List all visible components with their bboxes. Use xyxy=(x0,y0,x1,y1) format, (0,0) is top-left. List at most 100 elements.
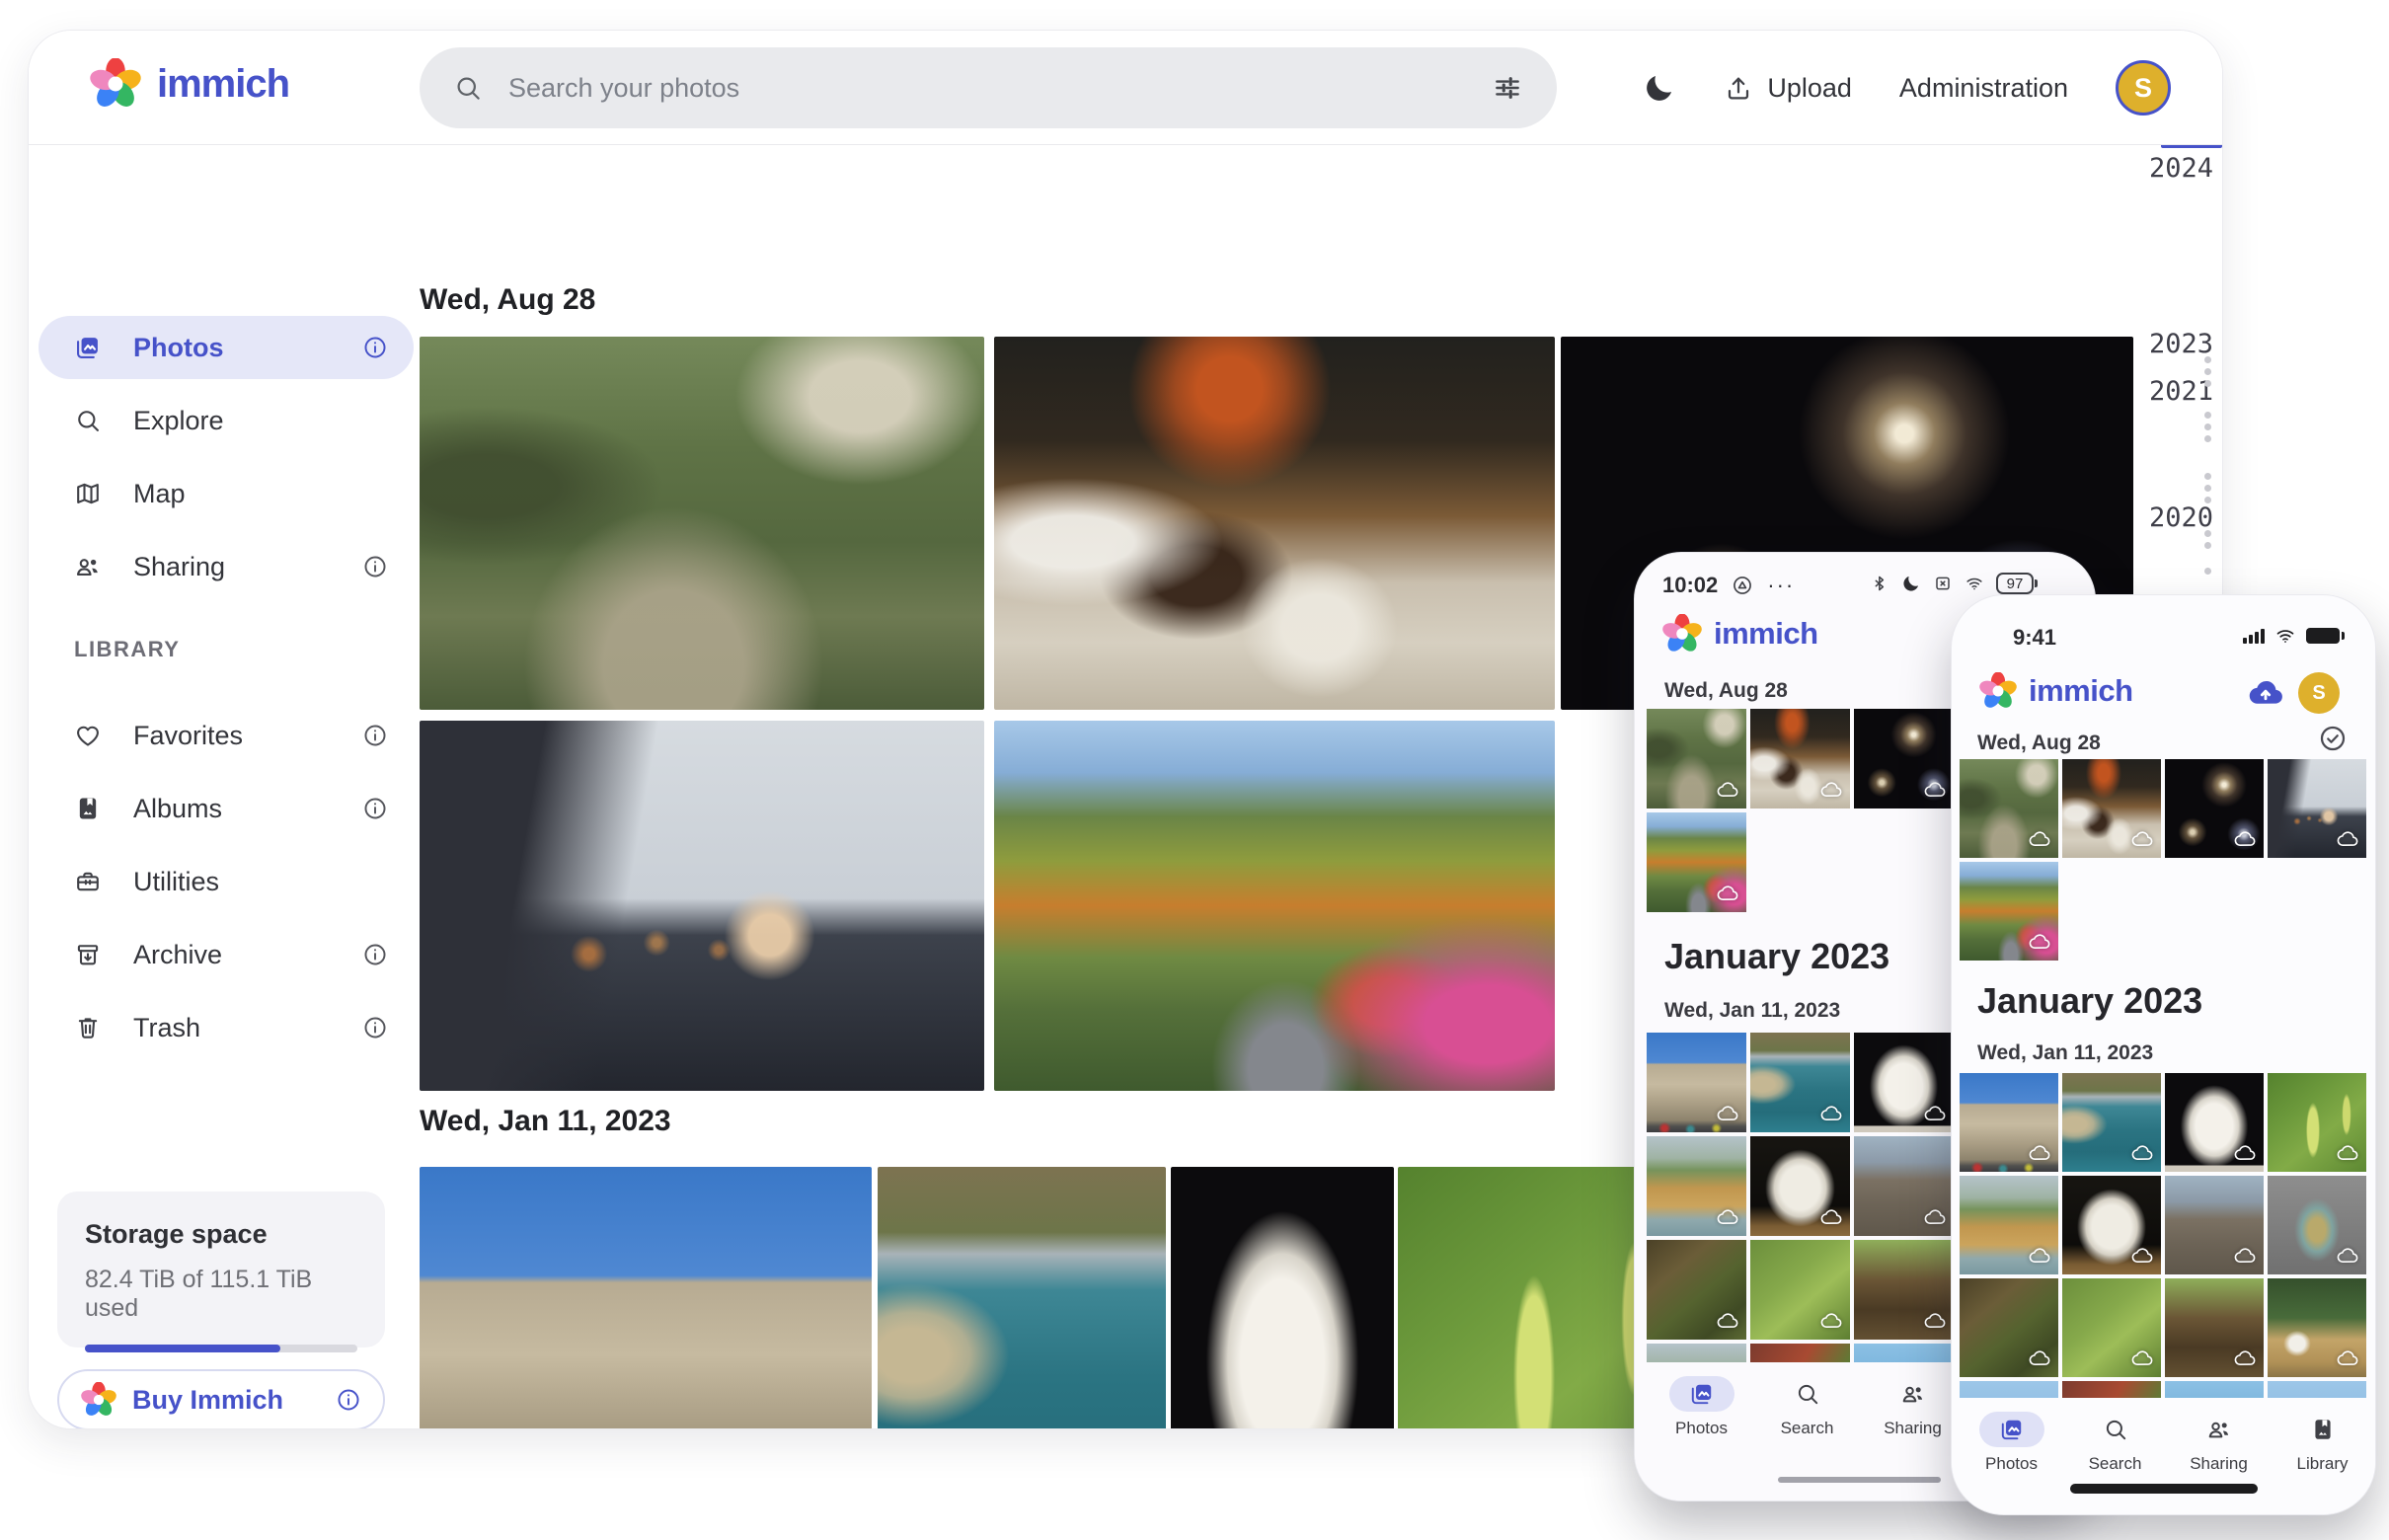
info-icon[interactable] xyxy=(362,1015,388,1040)
thumb-autumn[interactable] xyxy=(1647,812,1746,912)
sidebar-item-utilities[interactable]: Utilities xyxy=(39,850,414,913)
month-header: January 2023 xyxy=(1977,980,2202,1022)
upload-button[interactable]: Upload xyxy=(1724,73,1852,104)
thumb-white-rock[interactable] xyxy=(2062,1176,2161,1274)
thumb-wood-structure[interactable] xyxy=(2165,1278,2264,1377)
tab-photos[interactable]: Photos xyxy=(1649,1362,1754,1502)
status-time: 10:02 xyxy=(1662,573,1718,598)
photo-dinner-table[interactable] xyxy=(994,337,1555,710)
info-icon[interactable] xyxy=(362,723,388,748)
photo-coastal-bay[interactable] xyxy=(878,1167,1166,1429)
timeline-year[interactable]: 2023 xyxy=(2149,329,2223,359)
dark-mode-moon-icon[interactable] xyxy=(1643,71,1676,105)
timeline-dot xyxy=(2204,424,2211,430)
administration-button[interactable]: Administration xyxy=(1899,73,2068,104)
gesture-bar[interactable] xyxy=(2070,1484,2258,1494)
thumb-berries[interactable] xyxy=(2268,1073,2366,1172)
thumb-wood-structure[interactable] xyxy=(1854,1240,1954,1340)
thumb-coast[interactable] xyxy=(2062,1073,2161,1172)
status-bar-right xyxy=(2243,625,2340,647)
upload-label: Upload xyxy=(1767,73,1852,104)
signal-bars-icon xyxy=(2243,629,2265,644)
sidebar-item-favorites[interactable]: Favorites xyxy=(39,704,414,767)
thumb-silver-centerpiece[interactable] xyxy=(2268,1176,2366,1274)
cloud-upload-icon[interactable] xyxy=(2247,674,2284,717)
thumb-dinner[interactable] xyxy=(2062,759,2161,858)
bluetooth-icon xyxy=(1870,574,1889,593)
thumb-bust[interactable] xyxy=(2165,1073,2264,1172)
thumb-alpine-village[interactable] xyxy=(2268,1278,2366,1377)
storage-title: Storage space xyxy=(85,1219,357,1250)
dnd-icon xyxy=(1732,575,1753,596)
thumb-ruins[interactable] xyxy=(1854,1136,1954,1236)
timeline-dot xyxy=(2204,542,2211,549)
gesture-bar[interactable] xyxy=(1778,1477,1941,1483)
photo-fortress-walls[interactable] xyxy=(420,1167,872,1429)
photo-holding-hands[interactable] xyxy=(420,721,984,1091)
sidebar-item-trash[interactable]: Trash xyxy=(39,996,414,1059)
timeline-year[interactable]: 2020 xyxy=(2149,502,2223,533)
thumb-zoo[interactable] xyxy=(1960,759,2058,858)
photos-icon xyxy=(1999,1417,2025,1442)
photo-zoo-monkeys[interactable] xyxy=(420,337,984,710)
thumb-moss[interactable] xyxy=(2062,1278,2161,1377)
thumb-castle[interactable] xyxy=(1960,1073,2058,1172)
info-icon[interactable] xyxy=(336,1387,361,1413)
info-icon[interactable] xyxy=(362,942,388,967)
sidebar-item-archive[interactable]: Archive xyxy=(39,923,414,986)
filter-sliders-icon[interactable] xyxy=(1492,72,1523,104)
tab-search[interactable]: Search xyxy=(2063,1398,2167,1515)
thumb-castle[interactable] xyxy=(1647,1033,1746,1132)
thumb-moss[interactable] xyxy=(1750,1240,1850,1340)
top-bar: immich Search your photos Upload Adminis… xyxy=(29,31,2222,145)
date-group-header: Wed, Jan 11, 2023 xyxy=(1664,999,1840,1023)
photo-marble-bust[interactable] xyxy=(1171,1167,1394,1429)
thumb-white-rock[interactable] xyxy=(1750,1136,1850,1236)
timeline-dot xyxy=(2204,530,2211,537)
tab-photos[interactable]: Photos xyxy=(1960,1398,2063,1515)
immich-flower-icon xyxy=(1662,614,1702,654)
immich-logo: immich xyxy=(1662,614,1818,654)
thumb-beach-cliff[interactable] xyxy=(1647,1136,1746,1236)
thumb-dinner[interactable] xyxy=(1750,709,1850,808)
sidebar-item-sharing[interactable]: Sharing xyxy=(39,535,414,598)
thumb-forest-floor[interactable] xyxy=(1960,1278,2058,1377)
buy-immich-button[interactable]: Buy Immich xyxy=(57,1369,385,1429)
battery-icon: 97 xyxy=(1996,573,2034,594)
immich-logo[interactable]: immich xyxy=(90,58,289,110)
timeline-year[interactable]: 2021 xyxy=(2149,376,2223,407)
thumb-zoo[interactable] xyxy=(1647,709,1746,808)
archive-icon xyxy=(74,941,102,968)
thumb-ruins[interactable] xyxy=(2165,1176,2264,1274)
sidebar-item-explore[interactable]: Explore xyxy=(39,389,414,452)
avatar-initial: S xyxy=(2134,73,2152,104)
toolbox-icon xyxy=(74,868,102,895)
thumb-coast[interactable] xyxy=(1750,1033,1850,1132)
user-avatar[interactable]: S xyxy=(2116,60,2171,116)
thumb-autumn[interactable] xyxy=(1960,862,2058,961)
sidebar-item-photos[interactable]: Photos xyxy=(39,316,414,379)
info-icon[interactable] xyxy=(362,335,388,360)
sidebar-item-label: Explore xyxy=(133,406,388,436)
thumb-beach-cliff[interactable] xyxy=(1960,1176,2058,1274)
thumb-hands[interactable] xyxy=(2268,759,2366,858)
sidebar-item-label: Archive xyxy=(133,940,331,970)
timeline-year[interactable]: 2024 xyxy=(2149,153,2223,184)
info-icon[interactable] xyxy=(362,796,388,821)
thumb-forest-floor[interactable] xyxy=(1647,1240,1746,1340)
info-icon[interactable] xyxy=(362,554,388,579)
photo-autumn-path[interactable] xyxy=(994,721,1555,1091)
thumb-fireworks[interactable] xyxy=(1854,709,1954,808)
map-icon xyxy=(74,480,102,507)
tab-sharing[interactable]: Sharing xyxy=(2167,1398,2271,1515)
user-avatar[interactable]: S xyxy=(2298,672,2340,714)
thumb-fireworks[interactable] xyxy=(2165,759,2264,858)
search-input[interactable]: Search your photos xyxy=(420,47,1557,128)
sidebar-item-map[interactable]: Map xyxy=(39,462,414,525)
thumb-bust[interactable] xyxy=(1854,1033,1954,1132)
select-check-icon[interactable] xyxy=(2318,724,2348,758)
sidebar-item-albums[interactable]: Albums xyxy=(39,777,414,840)
tab-library[interactable]: Library xyxy=(2271,1398,2374,1515)
sharing-people-icon xyxy=(1900,1381,1926,1407)
sidebar-item-label: Sharing xyxy=(133,552,331,582)
